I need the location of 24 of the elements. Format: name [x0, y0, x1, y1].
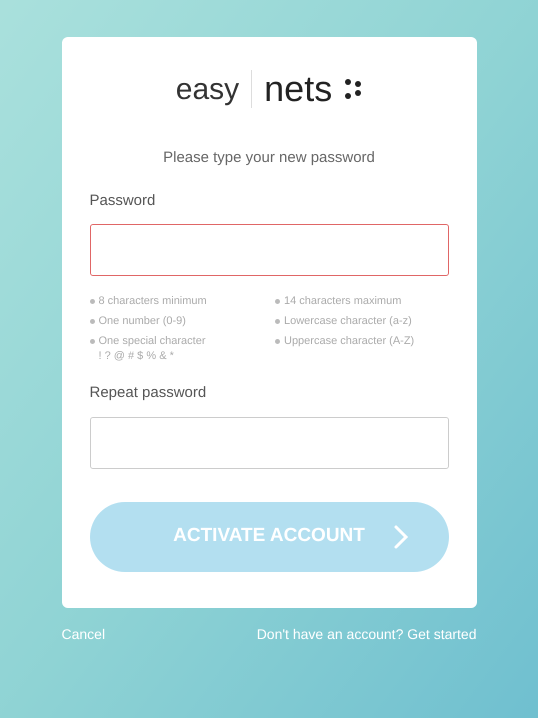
instruction-text: Please type your new password [162, 148, 376, 168]
dots-logo-icon [344, 78, 362, 100]
bullet-icon [275, 319, 280, 324]
requirement-text: One number (0-9) [98, 314, 186, 329]
logo-text: easy [176, 72, 240, 108]
field-label: Repeat password [90, 383, 208, 403]
requirement-text: 14 characters maximum [284, 294, 402, 309]
bullet-icon [90, 299, 94, 304]
password-field[interactable] [90, 416, 448, 468]
requirement-text: 8 characters minimum [98, 294, 207, 309]
requirement-text: One special character ! ? @ # $ % & * [98, 334, 206, 364]
bullet-icon [90, 319, 94, 324]
chevron-right-icon [392, 524, 408, 550]
logo-divider [251, 70, 252, 108]
password-field[interactable] [90, 224, 448, 276]
requirement-text: Lowercase character (a-z) [284, 314, 412, 329]
requirement-text: Uppercase character (A-Z) [284, 334, 414, 349]
logo-text: nets [264, 67, 332, 111]
field-label: Password [90, 190, 156, 210]
cancel-link[interactable]: Cancel [62, 624, 106, 644]
bullet-icon [275, 299, 280, 304]
get-started-link[interactable]: Don't have an account? Get started [256, 624, 476, 644]
bullet-icon [275, 339, 280, 344]
bullet-icon [90, 339, 94, 344]
